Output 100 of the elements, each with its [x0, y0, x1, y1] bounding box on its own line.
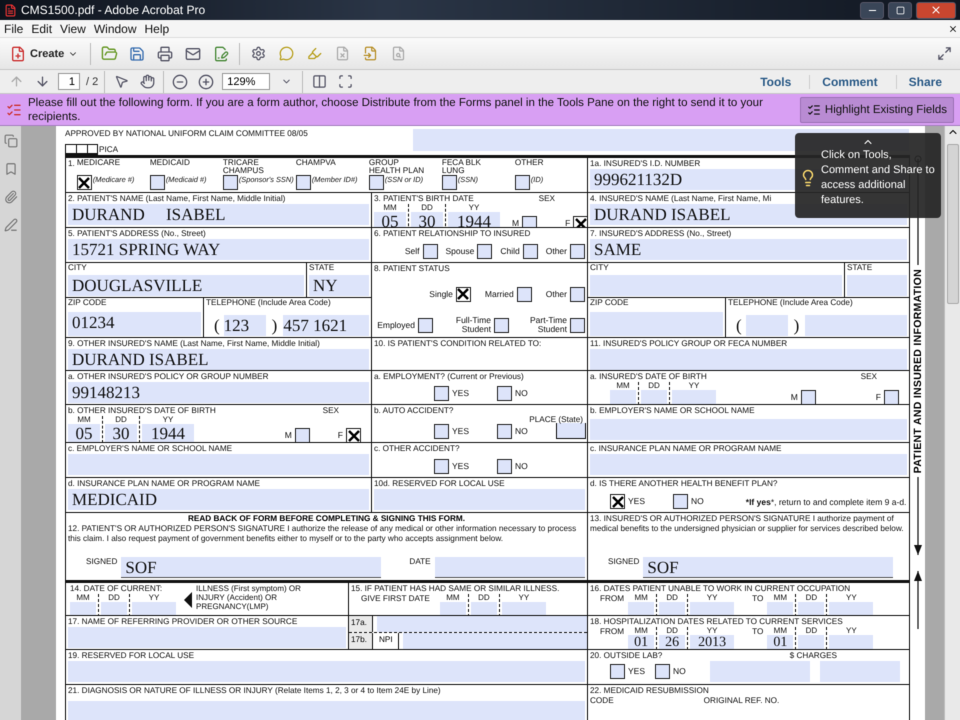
- checkbox[interactable]: [150, 175, 165, 190]
- checkbox[interactable]: [516, 286, 532, 302]
- checkbox[interactable]: [368, 175, 384, 190]
- date-field[interactable]: [672, 390, 716, 404]
- signature-icon[interactable]: [4, 218, 18, 232]
- pane-link[interactable]: Comment: [809, 74, 890, 88]
- checkbox[interactable]: [422, 244, 438, 259]
- text-field[interactable]: [68, 661, 585, 682]
- text-field[interactable]: 01234: [68, 312, 201, 336]
- date-field[interactable]: 01: [628, 635, 654, 649]
- checkbox[interactable]: [494, 318, 509, 332]
- checkbox[interactable]: [497, 424, 512, 438]
- text-field[interactable]: [590, 419, 907, 440]
- checkbox[interactable]: [222, 175, 238, 190]
- signature-field[interactable]: SOF: [121, 557, 382, 578]
- checkbox[interactable]: [434, 459, 449, 474]
- highlight-fields-button[interactable]: Highlight Existing Fields: [800, 96, 954, 122]
- text-field[interactable]: [590, 275, 842, 296]
- text-field[interactable]: [590, 349, 907, 370]
- bookmark-icon[interactable]: [4, 162, 18, 176]
- date-field[interactable]: [502, 602, 546, 615]
- menu-item[interactable]: Window: [92, 22, 143, 36]
- date-field[interactable]: 01: [767, 635, 794, 649]
- date-field[interactable]: [767, 602, 794, 615]
- date-field[interactable]: [829, 635, 874, 649]
- checkbox[interactable]: [570, 318, 585, 332]
- text-field[interactable]: [590, 312, 723, 336]
- pane-link[interactable]: Tools: [748, 74, 804, 88]
- date-field[interactable]: 05: [68, 424, 100, 442]
- checkbox[interactable]: [800, 390, 816, 404]
- charges-field[interactable]: [820, 661, 900, 682]
- checkbox[interactable]: [570, 244, 585, 259]
- date-field[interactable]: [610, 390, 636, 404]
- date-field[interactable]: [434, 557, 585, 578]
- checkbox[interactable]: [497, 386, 512, 401]
- print-icon[interactable]: [155, 44, 176, 64]
- date-field[interactable]: [690, 602, 734, 615]
- checkbox[interactable]: [522, 216, 538, 227]
- text-field[interactable]: DURAND ISABEL: [68, 349, 369, 370]
- checkbox[interactable]: [522, 244, 538, 259]
- zoom-field[interactable]: 129%: [222, 73, 270, 90]
- checkbox[interactable]: [514, 175, 530, 190]
- checkbox[interactable]: [434, 386, 449, 401]
- checkbox[interactable]: [610, 494, 625, 509]
- close-document-icon[interactable]: [948, 24, 958, 34]
- zoom-out-icon[interactable]: [170, 72, 190, 92]
- checkbox[interactable]: [610, 664, 625, 679]
- checkbox[interactable]: [884, 390, 899, 404]
- text-field[interactable]: 15721 SPRING WAY: [68, 239, 369, 260]
- date-field[interactable]: [470, 602, 497, 615]
- text-field[interactable]: [590, 454, 907, 475]
- page-number-field[interactable]: 1: [58, 73, 80, 90]
- text-field[interactable]: [68, 701, 585, 720]
- date-field[interactable]: 30: [411, 212, 443, 227]
- date-field[interactable]: 1944: [448, 212, 500, 227]
- date-field[interactable]: 26: [659, 635, 686, 649]
- date-field[interactable]: [132, 602, 176, 615]
- date-field[interactable]: [641, 390, 667, 404]
- date-field[interactable]: 1944: [142, 424, 194, 442]
- text-field[interactable]: SAME: [590, 239, 907, 260]
- area-code-field[interactable]: 123: [224, 315, 266, 336]
- checkbox[interactable]: [346, 428, 361, 442]
- menu-item[interactable]: File: [2, 22, 30, 36]
- checkbox[interactable]: [655, 664, 670, 679]
- maximize-button[interactable]: [888, 2, 912, 18]
- text-field[interactable]: DOUGLASVILLE: [68, 275, 304, 296]
- menu-item[interactable]: Help: [142, 22, 176, 36]
- checkbox[interactable]: [477, 244, 492, 259]
- text-field[interactable]: [377, 616, 587, 632]
- charges-field[interactable]: [710, 661, 810, 682]
- zoom-in-icon[interactable]: [196, 72, 216, 92]
- checkbox[interactable]: [570, 286, 585, 302]
- scrollbar-thumb[interactable]: [946, 144, 958, 304]
- date-field[interactable]: [628, 602, 654, 615]
- attachment-icon[interactable]: [4, 190, 18, 204]
- create-button[interactable]: Create: [6, 46, 82, 62]
- date-field[interactable]: [70, 602, 96, 615]
- date-field[interactable]: [798, 635, 824, 649]
- checkbox[interactable]: [673, 494, 688, 509]
- text-field[interactable]: 99148213: [68, 382, 369, 403]
- date-field[interactable]: [829, 602, 874, 615]
- text-field[interactable]: [847, 275, 907, 296]
- area-code-field[interactable]: [746, 315, 788, 336]
- phone-field[interactable]: [805, 315, 907, 336]
- text-field[interactable]: [68, 454, 369, 475]
- text-field[interactable]: MEDICAID: [68, 489, 369, 510]
- pane-link[interactable]: Share: [896, 74, 954, 88]
- text-field[interactable]: [68, 627, 346, 648]
- text-field[interactable]: DURAND ISABEL: [68, 204, 369, 225]
- text-field[interactable]: [374, 489, 585, 510]
- close-button[interactable]: [916, 2, 956, 18]
- checkbox[interactable]: [296, 175, 311, 190]
- checkbox[interactable]: [497, 459, 512, 474]
- date-field[interactable]: [440, 602, 466, 615]
- date-field[interactable]: 05: [374, 212, 406, 227]
- state-field[interactable]: [556, 423, 586, 439]
- date-field[interactable]: [798, 602, 824, 615]
- date-field[interactable]: [101, 602, 127, 615]
- checkbox[interactable]: [456, 286, 471, 302]
- checkbox[interactable]: [434, 424, 449, 438]
